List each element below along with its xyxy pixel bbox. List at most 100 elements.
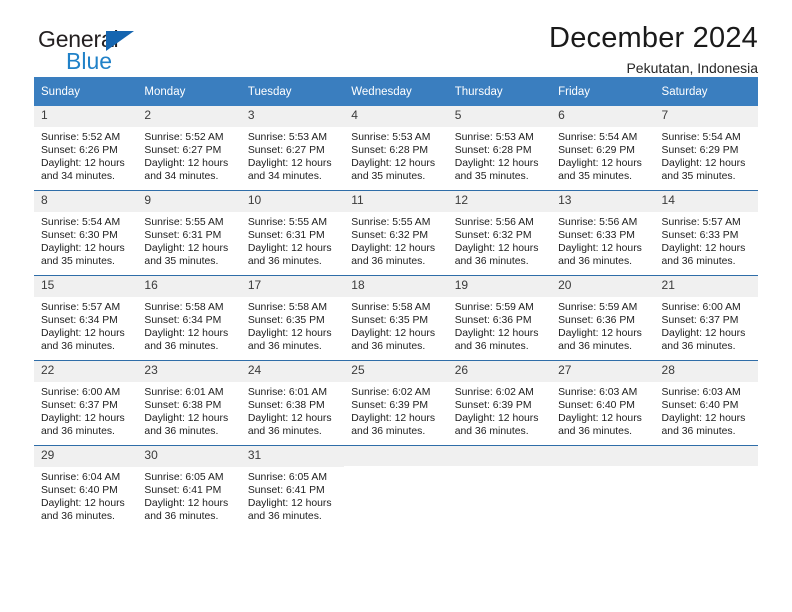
daylight-text-line2: and 36 minutes. (41, 341, 115, 353)
sunset-text: Sunset: 6:35 PM (351, 315, 429, 326)
day-number: 21 (654, 276, 758, 297)
day-info: Sunrise: 5:56 AM Sunset: 6:33 PM Dayligh… (551, 212, 654, 269)
day-cell[interactable]: 14 Sunrise: 5:57 AM Sunset: 6:33 PM Dayl… (654, 190, 758, 276)
page-header: General Blue December 2024 Pekutatan, In… (34, 0, 758, 76)
sunrise-text: Sunrise: 5:58 AM (144, 301, 224, 313)
daylight-text-line2: and 36 minutes. (454, 256, 529, 268)
sunrise-text: Sunrise: 6:01 AM (144, 386, 224, 398)
daylight-text-line1: Daylight: 12 hours (661, 158, 746, 170)
daylight-text-line2: and 36 minutes. (351, 426, 426, 438)
daylight-text-line2: and 36 minutes. (351, 341, 426, 353)
day-cell[interactable]: 31 Sunrise: 6:05 AM Sunset: 6:41 PM Dayl… (240, 445, 345, 530)
day-cell[interactable]: 10 Sunrise: 5:55 AM Sunset: 6:31 PM Dayl… (240, 190, 345, 276)
sunrise-text: Sunrise: 5:56 AM (454, 216, 534, 228)
daylight-text-line1: Daylight: 12 hours (247, 243, 332, 255)
day-number: 13 (551, 191, 655, 212)
day-cell[interactable]: 11 Sunrise: 5:55 AM Sunset: 6:32 PM Dayl… (344, 190, 448, 276)
day-cell[interactable]: 18 Sunrise: 5:58 AM Sunset: 6:35 PM Dayl… (344, 275, 448, 361)
day-cell-empty (654, 445, 758, 530)
daylight-text-line2: and 36 minutes. (351, 256, 426, 268)
day-cell[interactable]: 3 Sunrise: 5:53 AM Sunset: 6:27 PM Dayli… (240, 106, 345, 191)
daylight-text-line2: and 35 minutes. (661, 171, 736, 183)
day-cell[interactable]: 27 Sunrise: 6:03 AM Sunset: 6:40 PM Dayl… (551, 360, 655, 446)
day-cell[interactable]: 15 Sunrise: 5:57 AM Sunset: 6:34 PM Dayl… (34, 275, 138, 361)
day-info: Sunrise: 5:55 AM Sunset: 6:31 PM Dayligh… (241, 212, 344, 269)
day-cell[interactable]: 26 Sunrise: 6:02 AM Sunset: 6:39 PM Dayl… (447, 360, 552, 446)
day-number: 30 (137, 446, 241, 467)
calendar-week-row: 15 Sunrise: 5:57 AM Sunset: 6:34 PM Dayl… (34, 275, 758, 361)
day-cell[interactable]: 8 Sunrise: 5:54 AM Sunset: 6:30 PM Dayli… (34, 190, 138, 276)
sunset-text: Sunset: 6:34 PM (144, 315, 222, 326)
day-cell[interactable]: 30 Sunrise: 6:05 AM Sunset: 6:41 PM Dayl… (137, 445, 241, 530)
sunset-text: Sunset: 6:35 PM (247, 315, 325, 326)
day-info: Sunrise: 6:00 AM Sunset: 6:37 PM Dayligh… (655, 297, 758, 354)
day-cell[interactable]: 2 Sunrise: 5:52 AM Sunset: 6:27 PM Dayli… (137, 106, 241, 191)
sunrise-text: Sunrise: 5:57 AM (41, 301, 121, 313)
day-cell[interactable]: 9 Sunrise: 5:55 AM Sunset: 6:31 PM Dayli… (137, 190, 241, 276)
day-cell[interactable]: 6 Sunrise: 5:54 AM Sunset: 6:29 PM Dayli… (551, 106, 655, 191)
day-info: Sunrise: 6:03 AM Sunset: 6:40 PM Dayligh… (655, 382, 758, 439)
day-number: 15 (34, 276, 138, 297)
day-info: Sunrise: 5:55 AM Sunset: 6:31 PM Dayligh… (137, 212, 240, 269)
sunrise-text: Sunrise: 6:01 AM (247, 386, 327, 398)
day-info: Sunrise: 6:02 AM Sunset: 6:39 PM Dayligh… (344, 382, 447, 439)
sunrise-text: Sunrise: 5:59 AM (454, 301, 534, 313)
sunset-text: Sunset: 6:36 PM (558, 315, 635, 326)
day-cell[interactable]: 29 Sunrise: 6:04 AM Sunset: 6:40 PM Dayl… (34, 445, 138, 530)
daylight-text-line1: Daylight: 12 hours (558, 158, 642, 170)
daylight-text-line1: Daylight: 12 hours (247, 328, 332, 340)
daylight-text-line1: Daylight: 12 hours (247, 413, 332, 425)
sunset-text: Sunset: 6:39 PM (454, 400, 532, 411)
daylight-text-line1: Daylight: 12 hours (454, 413, 539, 425)
daylight-text-line2: and 36 minutes. (41, 426, 115, 438)
day-info: Sunrise: 5:57 AM Sunset: 6:33 PM Dayligh… (655, 212, 758, 269)
day-number: 16 (137, 276, 241, 297)
daylight-text-line2: and 36 minutes. (144, 341, 219, 353)
day-cell[interactable]: 28 Sunrise: 6:03 AM Sunset: 6:40 PM Dayl… (654, 360, 758, 446)
sunrise-text: Sunrise: 5:54 AM (661, 131, 741, 143)
sunrise-text: Sunrise: 5:56 AM (558, 216, 638, 228)
sunset-text: Sunset: 6:31 PM (247, 230, 325, 241)
day-cell[interactable]: 17 Sunrise: 5:58 AM Sunset: 6:35 PM Dayl… (240, 275, 345, 361)
daylight-text-line1: Daylight: 12 hours (144, 158, 229, 170)
sunset-text: Sunset: 6:38 PM (247, 400, 325, 411)
day-cell[interactable]: 20 Sunrise: 5:59 AM Sunset: 6:36 PM Dayl… (551, 275, 655, 361)
day-cell[interactable]: 5 Sunrise: 5:53 AM Sunset: 6:28 PM Dayli… (447, 106, 552, 191)
day-cell[interactable]: 12 Sunrise: 5:56 AM Sunset: 6:32 PM Dayl… (447, 190, 552, 276)
day-cell[interactable]: 21 Sunrise: 6:00 AM Sunset: 6:37 PM Dayl… (654, 275, 758, 361)
day-cell[interactable]: 19 Sunrise: 5:59 AM Sunset: 6:36 PM Dayl… (447, 275, 552, 361)
day-cell[interactable]: 23 Sunrise: 6:01 AM Sunset: 6:38 PM Dayl… (137, 360, 241, 446)
day-cell[interactable]: 24 Sunrise: 6:01 AM Sunset: 6:38 PM Dayl… (240, 360, 345, 446)
daylight-text-line1: Daylight: 12 hours (247, 498, 332, 510)
sunset-text: Sunset: 6:32 PM (454, 230, 532, 241)
day-number (344, 446, 448, 466)
daylight-text-line2: and 36 minutes. (661, 256, 736, 268)
day-number: 2 (137, 106, 241, 127)
day-cell[interactable]: 1 Sunrise: 5:52 AM Sunset: 6:26 PM Dayli… (34, 106, 138, 191)
sunrise-text: Sunrise: 5:59 AM (558, 301, 638, 313)
sunset-text: Sunset: 6:30 PM (41, 230, 118, 241)
sunset-text: Sunset: 6:38 PM (144, 400, 222, 411)
day-info: Sunrise: 6:00 AM Sunset: 6:37 PM Dayligh… (34, 382, 137, 439)
general-blue-logo[interactable]: General Blue (38, 28, 258, 82)
sunset-text: Sunset: 6:28 PM (351, 145, 429, 156)
weekday-header-wednesday: Wednesday (344, 77, 448, 106)
daylight-text-line1: Daylight: 12 hours (144, 328, 229, 340)
day-cell[interactable]: 4 Sunrise: 5:53 AM Sunset: 6:28 PM Dayli… (344, 106, 448, 191)
daylight-text-line1: Daylight: 12 hours (661, 328, 746, 340)
daylight-text-line1: Daylight: 12 hours (144, 413, 229, 425)
day-cell[interactable]: 25 Sunrise: 6:02 AM Sunset: 6:39 PM Dayl… (344, 360, 448, 446)
day-cell[interactable]: 16 Sunrise: 5:58 AM Sunset: 6:34 PM Dayl… (137, 275, 241, 361)
day-cell[interactable]: 22 Sunrise: 6:00 AM Sunset: 6:37 PM Dayl… (34, 360, 138, 446)
sunset-text: Sunset: 6:26 PM (41, 145, 118, 156)
daylight-text-line1: Daylight: 12 hours (661, 243, 746, 255)
daylight-text-line2: and 36 minutes. (661, 341, 736, 353)
day-cell[interactable]: 7 Sunrise: 5:54 AM Sunset: 6:29 PM Dayli… (654, 106, 758, 191)
day-cell-empty (344, 445, 448, 530)
sunset-text: Sunset: 6:28 PM (454, 145, 532, 156)
day-cell-empty (551, 445, 655, 530)
sunrise-text: Sunrise: 5:54 AM (41, 216, 121, 228)
day-cell[interactable]: 13 Sunrise: 5:56 AM Sunset: 6:33 PM Dayl… (551, 190, 655, 276)
day-number: 28 (654, 361, 758, 382)
day-info: Sunrise: 6:04 AM Sunset: 6:40 PM Dayligh… (34, 467, 137, 524)
